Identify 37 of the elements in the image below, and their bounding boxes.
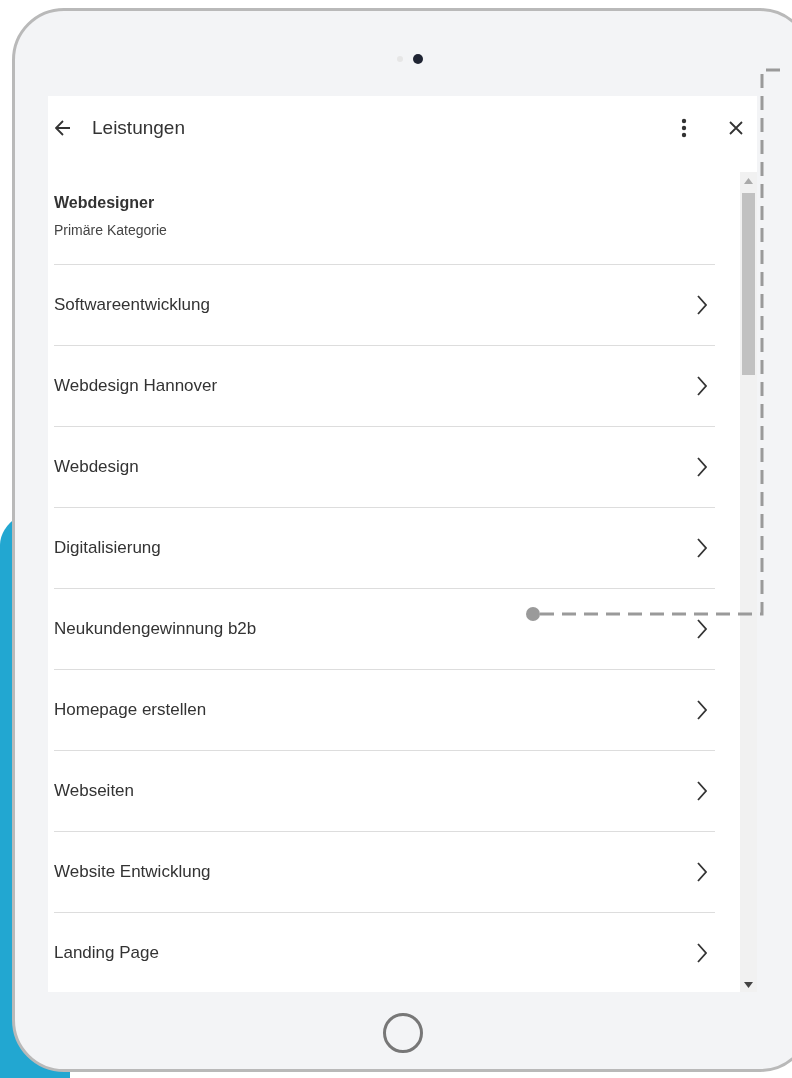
home-button[interactable] bbox=[383, 1013, 423, 1053]
category-subtitle: Primäre Kategorie bbox=[54, 222, 167, 238]
service-label: Webdesign Hannover bbox=[54, 376, 218, 396]
category-name: Webdesigner bbox=[54, 194, 155, 212]
service-row[interactable]: Webseiten bbox=[54, 751, 715, 832]
chevron-right-icon bbox=[697, 943, 707, 963]
service-label: Neukundengewinnung b2b bbox=[54, 619, 257, 639]
chevron-right-icon bbox=[697, 700, 707, 720]
service-label: Webdesign bbox=[54, 457, 139, 477]
page-title: Leistungen bbox=[92, 117, 186, 139]
camera-icon bbox=[413, 54, 423, 64]
service-row[interactable]: Homepage erstellen bbox=[54, 670, 715, 751]
service-row[interactable]: Website Entwicklung bbox=[54, 832, 715, 913]
scroll-down-icon[interactable] bbox=[744, 982, 753, 988]
service-label: Website Entwicklung bbox=[54, 862, 211, 882]
service-row[interactable]: Softwareentwicklung bbox=[54, 265, 715, 346]
service-label: Digitalisierung bbox=[54, 538, 161, 558]
chevron-right-icon bbox=[697, 619, 707, 639]
service-label: Homepage erstellen bbox=[54, 700, 207, 720]
chevron-right-icon bbox=[697, 457, 707, 477]
chevron-right-icon bbox=[697, 295, 707, 315]
service-row[interactable]: Webdesign bbox=[54, 427, 715, 508]
close-icon[interactable] bbox=[729, 121, 743, 135]
chevron-right-icon bbox=[697, 538, 707, 558]
back-arrow-icon[interactable] bbox=[55, 120, 71, 136]
service-row[interactable]: Landing Page bbox=[54, 913, 715, 992]
more-options-icon[interactable] bbox=[681, 118, 687, 138]
scrollbar[interactable] bbox=[740, 172, 757, 992]
service-row[interactable]: Webdesign Hannover bbox=[54, 346, 715, 427]
chevron-right-icon bbox=[697, 376, 707, 396]
service-label: Webseiten bbox=[54, 781, 134, 801]
service-row[interactable]: Digitalisierung bbox=[54, 508, 715, 589]
scrollbar-thumb[interactable] bbox=[742, 193, 755, 375]
service-label: Softwareentwicklung bbox=[54, 295, 210, 315]
chevron-right-icon bbox=[697, 781, 707, 801]
service-label: Landing Page bbox=[54, 943, 159, 963]
chevron-right-icon bbox=[697, 862, 707, 882]
